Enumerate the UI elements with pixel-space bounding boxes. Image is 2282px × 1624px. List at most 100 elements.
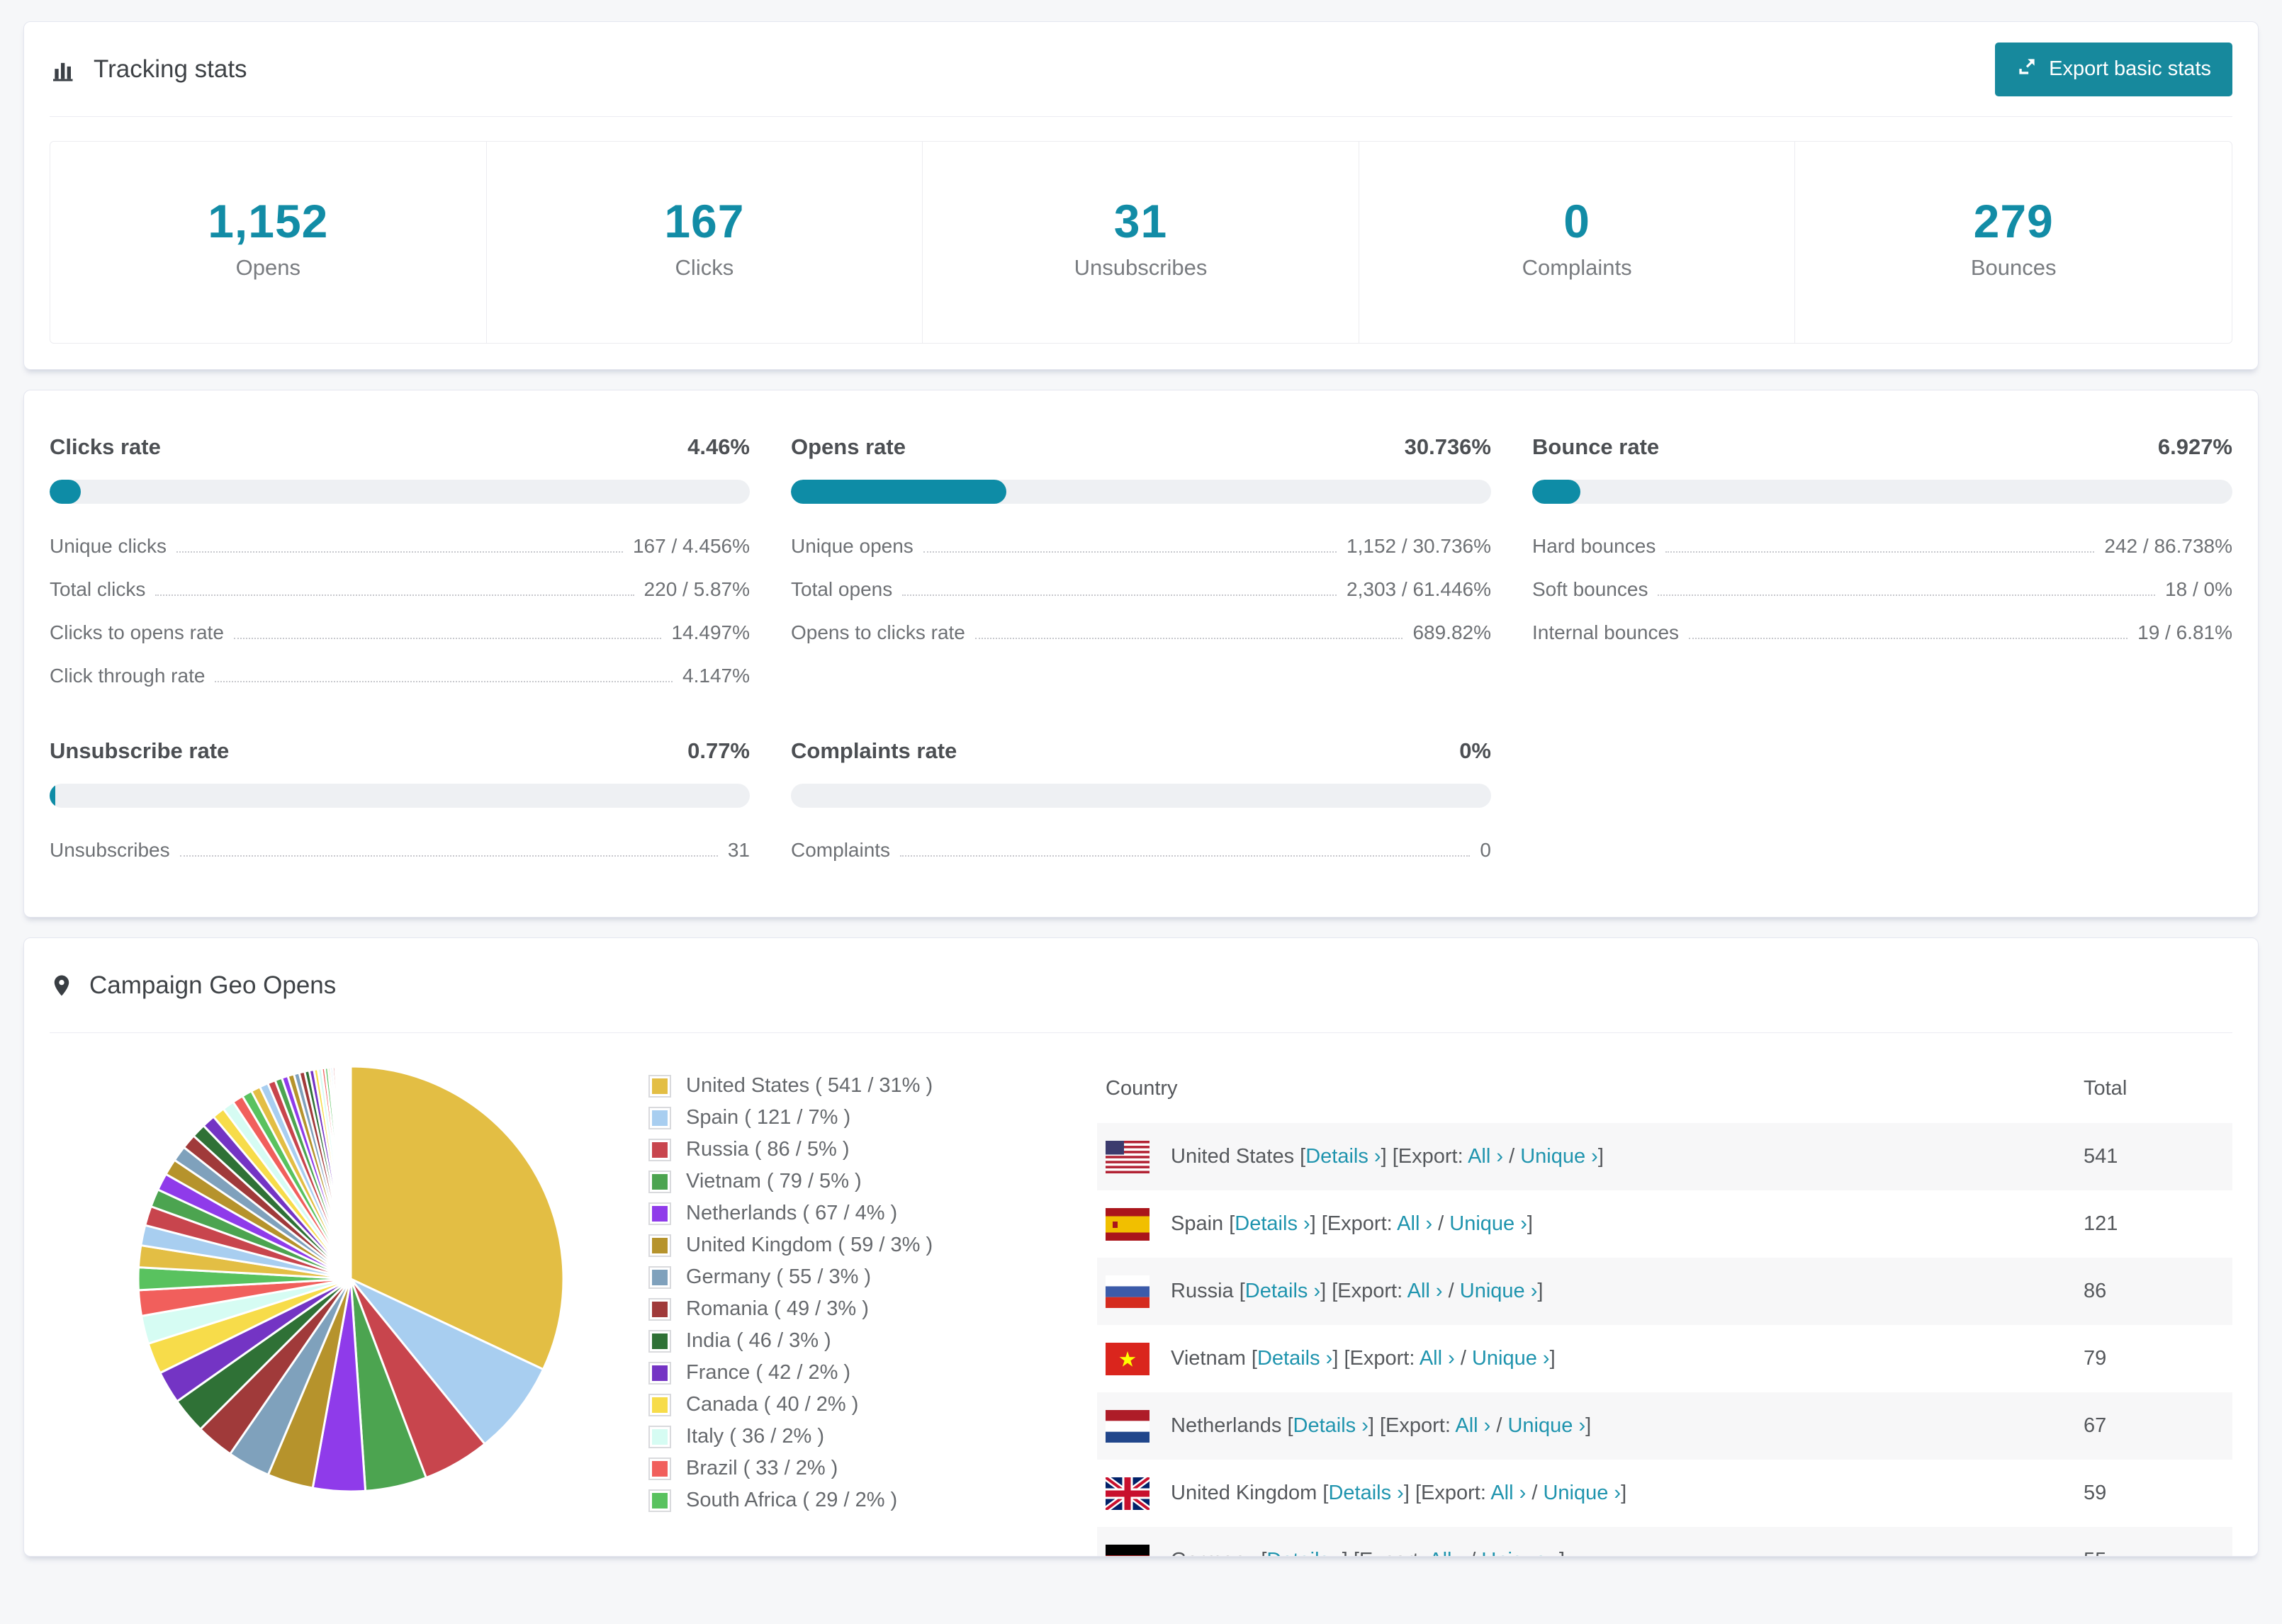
bracket: ]: [1585, 1414, 1592, 1437]
rate-value: 4.46%: [687, 434, 750, 459]
page-title: Tracking stats: [94, 55, 247, 83]
legend-item: Spain ( 121 / 7% ): [648, 1106, 1042, 1129]
legend-label: Netherlands ( 67 / 4% ): [686, 1202, 898, 1224]
rate-value: 6.927%: [2157, 434, 2232, 459]
geo-table: Country Total United States [Details ›] …: [1097, 1050, 2232, 1556]
tracking-stats-header: Tracking stats Export basic stats: [50, 22, 2232, 117]
legend-item: Italy ( 36 / 2% ): [648, 1425, 1042, 1448]
dotted-leader: [155, 594, 634, 596]
export-all-link[interactable]: All ›: [1455, 1414, 1490, 1437]
details-link[interactable]: Details ›: [1266, 1549, 1342, 1556]
legend-swatch: [648, 1457, 671, 1480]
rate-progress-bar: [50, 480, 750, 504]
rate-detail-label: Soft bounces: [1532, 578, 1648, 600]
rate-progress-fill: [50, 480, 82, 504]
legend-swatch: [648, 1138, 671, 1161]
rates-card: Clicks rate 4.46% Unique clicks 167 / 4.…: [23, 390, 2259, 918]
details-link[interactable]: Details ›: [1293, 1414, 1368, 1437]
country-total: 67: [2084, 1414, 2107, 1437]
bracket: [: [1251, 1347, 1257, 1370]
export-all-link[interactable]: All ›: [1397, 1212, 1432, 1235]
flag-nl-icon: [1106, 1409, 1150, 1443]
rate-detail-row: Hard bounces 242 / 86.738%: [1532, 535, 2232, 558]
export-basic-stats-button[interactable]: Export basic stats: [1995, 42, 2232, 96]
legend-swatch: [648, 1265, 671, 1289]
rate-detail-value: 31: [727, 839, 750, 861]
table-row: Vietnam [Details ›] [Export: All › / Uni…: [1097, 1325, 2232, 1392]
country-total: 59: [2084, 1482, 2107, 1504]
bracket: ]: [1559, 1549, 1565, 1556]
export-all-link[interactable]: All ›: [1420, 1347, 1455, 1370]
legend-swatch: [648, 1074, 671, 1098]
export-label: ] [Export:: [1381, 1145, 1468, 1168]
rate-title: Opens rate: [791, 434, 906, 459]
legend-item: United Kingdom ( 59 / 3% ): [648, 1234, 1042, 1257]
country-total: 86: [2084, 1280, 2107, 1302]
details-link[interactable]: Details ›: [1305, 1145, 1381, 1168]
flag-es-icon: [1106, 1207, 1150, 1241]
export-all-link[interactable]: All ›: [1468, 1145, 1503, 1168]
flag-vn-icon: [1106, 1342, 1150, 1375]
dotted-leader: [1658, 594, 2156, 596]
stat-cell: 167 Clicks: [487, 142, 923, 343]
rate-value: 0%: [1459, 738, 1491, 763]
legend-label: Germany ( 55 / 3% ): [686, 1265, 872, 1288]
export-label: ] [Export:: [1320, 1280, 1407, 1302]
export-all-link[interactable]: All ›: [1490, 1482, 1526, 1504]
legend-label: United States ( 541 / 31% ): [686, 1074, 933, 1097]
dotted-leader: [215, 681, 673, 682]
dotted-leader: [1689, 638, 2128, 639]
table-row: Russia [Details ›] [Export: All › / Uniq…: [1097, 1258, 2232, 1325]
rate-title: Unsubscribe rate: [50, 738, 230, 763]
legend-label: Romania ( 49 / 3% ): [686, 1297, 869, 1320]
rate-progress-bar: [50, 784, 750, 808]
rate-progress-bar: [791, 784, 1491, 808]
rate-detail-value: 242 / 86.738%: [2104, 535, 2232, 557]
table-row: Netherlands [Details ›] [Export: All › /…: [1097, 1392, 2232, 1460]
export-unique-link[interactable]: Unique ›: [1472, 1347, 1550, 1370]
summary-stats-row: 1,152 Opens 167 Clicks 31 Unsubscribes 0…: [50, 141, 2232, 344]
legend-label: Canada ( 40 / 2% ): [686, 1393, 859, 1416]
rate-detail-value: 4.147%: [682, 665, 750, 687]
rate-detail-value: 2,303 / 61.446%: [1347, 578, 1491, 600]
stat-cell: 1,152 Opens: [50, 142, 487, 343]
tracking-stats-card: Tracking stats Export basic stats 1,152 …: [23, 21, 2259, 370]
export-all-link[interactable]: All ›: [1429, 1549, 1464, 1556]
geo-table-header-row: Country Total: [1097, 1050, 2232, 1123]
export-unique-link[interactable]: Unique ›: [1449, 1212, 1527, 1235]
legend-swatch: [648, 1106, 671, 1129]
details-link[interactable]: Details ›: [1245, 1280, 1320, 1302]
bracket: ]: [1549, 1347, 1556, 1370]
rate-detail-row: Total opens 2,303 / 61.446%: [791, 578, 1491, 601]
country-total: 121: [2084, 1212, 2118, 1235]
export-unique-link[interactable]: Unique ›: [1520, 1145, 1598, 1168]
export-unique-link[interactable]: Unique ›: [1507, 1414, 1585, 1437]
geo-content: United States ( 541 / 31% ) Spain ( 121 …: [24, 1033, 2258, 1556]
legend-swatch: [648, 1202, 671, 1225]
legend-item: Russia ( 86 / 5% ): [648, 1138, 1042, 1161]
country-name: United States: [1171, 1145, 1300, 1168]
rate-block: Unsubscribe rate 0.77% Unsubscribes 31: [50, 738, 750, 862]
legend-label: Spain ( 121 / 7% ): [686, 1106, 851, 1129]
details-link[interactable]: Details ›: [1257, 1347, 1332, 1370]
stat-label: Clicks: [675, 255, 734, 280]
legend-item: France ( 42 / 2% ): [648, 1361, 1042, 1385]
legend-swatch: [648, 1329, 671, 1353]
export-unique-link[interactable]: Unique ›: [1460, 1280, 1538, 1302]
rate-detail-row: Unsubscribes 31: [50, 839, 750, 862]
details-link[interactable]: Details ›: [1328, 1482, 1403, 1504]
legend-label: France ( 42 / 2% ): [686, 1361, 851, 1384]
details-link[interactable]: Details ›: [1235, 1212, 1310, 1235]
rate-detail-row: Click through rate 4.147%: [50, 665, 750, 687]
slash: /: [1442, 1280, 1460, 1302]
pie-legend: United States ( 541 / 31% ) Spain ( 121 …: [648, 1074, 1042, 1521]
export-unique-link[interactable]: Unique ›: [1543, 1482, 1621, 1504]
slash: /: [1503, 1145, 1521, 1168]
geo-opens-header: Campaign Geo Opens: [50, 938, 2232, 1033]
dotted-leader: [974, 638, 1403, 639]
export-all-link[interactable]: All ›: [1407, 1280, 1443, 1302]
column-header-country: Country: [1106, 1077, 1178, 1100]
export-unique-link[interactable]: Unique ›: [1481, 1549, 1559, 1556]
map-pin-icon: [50, 970, 74, 1001]
dotted-leader: [923, 551, 1337, 553]
